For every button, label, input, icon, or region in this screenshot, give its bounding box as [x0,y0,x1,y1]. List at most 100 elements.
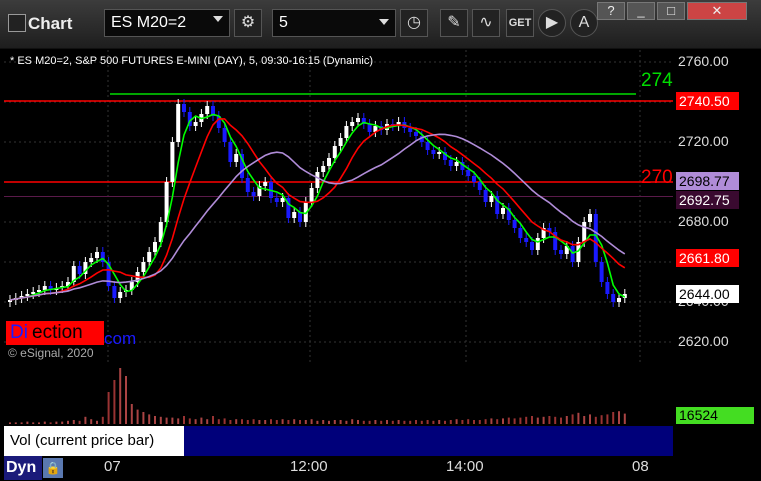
toolbar: Chart ES M20=2 ⚙ 5 ◷ ✎ ∿ GET ▶ A ? _ □ ✕ [0,0,761,49]
volume-bar [49,422,52,424]
candle-up [309,188,314,202]
volume-bar [531,416,533,424]
candle-up [234,154,239,162]
volume-bar [461,420,464,424]
study-icon[interactable]: ∿ [472,9,500,37]
volume-bar [368,420,371,424]
candle-down [274,198,279,202]
candle-down [466,170,471,176]
get-button[interactable]: GET [506,9,534,37]
volume-bar [577,412,580,424]
candle-up [454,162,459,166]
candle-up [315,172,320,188]
volume-bar [391,420,394,424]
volume-bar [171,417,174,424]
volume-bar [275,420,278,424]
volume-bar [113,380,116,424]
candle-down [512,220,517,228]
clock-icon[interactable]: ◷ [400,9,428,37]
volume-bar [212,416,214,424]
volume-bar [333,420,336,424]
volume-bar [26,421,29,424]
volume-bar [415,420,417,424]
candle-down [605,282,610,294]
help-icon[interactable]: ? [597,2,625,20]
volume-bar [316,420,319,424]
volume-value: 16524 [679,407,718,423]
volume-bar [183,416,185,424]
candle-down [611,294,616,302]
volume-bar [496,419,499,424]
candle-down [251,192,256,196]
symbol-input[interactable]: ES M20=2 [104,9,230,37]
candle-up [350,122,355,126]
close-button[interactable]: ✕ [687,2,747,20]
lock-icon[interactable]: 🔒 [43,458,63,478]
copyright: © eSignal, 2020 [8,346,94,360]
time-label-1200: 12:00 [290,458,328,475]
price-axis[interactable]: 2760.002740.002720.002700.002680.002660.… [674,50,761,362]
volume-bar [72,420,75,424]
volume-bar [67,420,69,424]
time-label-1400: 14:00 [446,458,484,475]
volume-bar [420,420,423,424]
study-label-text: Vol (current price bar) [10,432,155,449]
volume-bar [357,420,359,424]
interval-select[interactable]: 5 [272,9,396,37]
volume-bar [78,420,81,424]
volume-bar [618,411,620,424]
volume-bar [409,420,412,424]
candle-up [356,118,360,122]
settings-gear-icon[interactable]: ⚙ [234,9,262,37]
price-tick: 2760.00 [678,53,729,69]
candle-down [182,104,186,112]
volume-bar [154,416,156,424]
candle-up [95,252,99,258]
pencil-icon[interactable]: ✎ [440,9,468,37]
volume-bar [403,420,406,424]
volume-bar [101,416,104,424]
price-label-box: 2692.75 [676,190,739,209]
get-label: GET [508,17,532,29]
chevron-down-icon[interactable] [379,19,389,25]
study-label[interactable]: Vol (current price bar) [4,426,184,456]
alert-icon[interactable]: A [570,9,598,37]
volume-bar [473,420,475,424]
volume-panel[interactable] [4,364,673,424]
purple-moving-average-line [9,133,626,301]
volume-bar [478,420,481,424]
price-plot[interactable] [4,50,673,362]
volume-bar [484,419,487,424]
candle-up [193,122,198,126]
candle-down [431,150,436,154]
volume-bar [61,421,64,424]
volume-bar [229,420,232,424]
candle-up [153,242,157,252]
close-icon[interactable]: ✕ [170,426,181,442]
dynamic-mode-button[interactable]: Dyn [4,456,42,480]
volume-bar [345,420,348,424]
volume-bar [119,368,122,424]
volume-bar [560,417,562,424]
volume-bar [322,420,325,424]
volume-bar [165,417,168,424]
volume-chart-svg [9,368,626,424]
volume-bar [136,409,139,424]
volume-value-box: 16524 [676,407,754,424]
candle-up [89,258,94,262]
candle-up [170,142,175,182]
volume-bar [55,421,58,424]
candle-down [228,142,233,162]
minimize-button[interactable]: _ [627,2,655,20]
candle-up [147,252,152,262]
volume-bar [380,420,383,424]
chevron-down-icon[interactable] [213,16,223,22]
volume-bar [351,419,354,424]
candle-down [448,160,453,166]
maximize-button[interactable]: □ [657,2,685,20]
volume-bar [223,418,226,424]
volume-bar [519,417,522,424]
play-icon[interactable]: ▶ [538,9,566,37]
volume-bar [542,416,545,424]
candle-up [292,212,297,218]
